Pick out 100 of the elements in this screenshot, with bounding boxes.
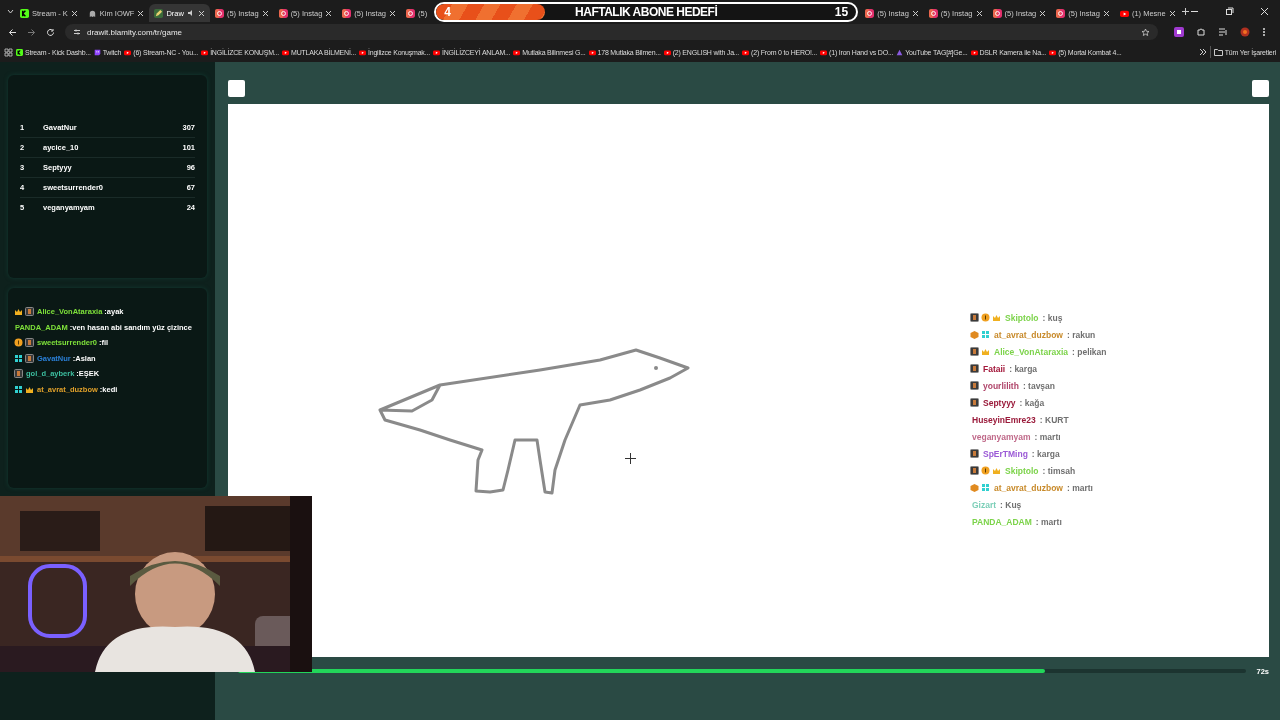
pencil-icon <box>154 8 164 18</box>
close-icon[interactable] <box>1168 9 1176 17</box>
username: PANDA_ADAM <box>972 516 1032 527</box>
close-icon[interactable] <box>325 9 333 17</box>
close-icon[interactable] <box>1102 9 1110 17</box>
speech-bubble-icon <box>93 48 101 56</box>
back-icon[interactable] <box>8 27 17 37</box>
chat-message: : rakun <box>1066 329 1096 340</box>
username: Skiptolo <box>1005 312 1039 323</box>
grid-icon <box>14 384 23 394</box>
play-icon <box>588 48 596 56</box>
username: Septyyy <box>983 397 1016 408</box>
play-icon <box>358 48 366 56</box>
crown-icon <box>981 347 990 356</box>
username: Alice_VonAtaraxia <box>994 346 1068 357</box>
goal-count: 4 <box>444 4 451 19</box>
crown-icon <box>992 313 1001 322</box>
goal-target: 15 <box>834 4 849 19</box>
username: Skiptolo <box>1005 465 1039 476</box>
chat-message: : karga <box>1009 363 1038 374</box>
chevron-right-icon[interactable] <box>1198 48 1207 56</box>
close-icon[interactable] <box>1259 6 1269 16</box>
restore-icon[interactable] <box>1224 6 1234 16</box>
play-icon <box>742 48 750 56</box>
grid-icon <box>14 353 23 363</box>
username: SpErTMing <box>983 448 1028 459</box>
kick-icon <box>20 8 29 18</box>
speaker-icon[interactable] <box>186 9 195 17</box>
grid-icon <box>981 330 990 339</box>
drawing-canvas[interactable] <box>228 104 1269 657</box>
play-icon <box>1049 48 1057 56</box>
username: at_avrat_duzbow <box>994 329 1063 340</box>
more-icon[interactable] <box>1262 27 1266 37</box>
close-icon[interactable] <box>70 9 78 17</box>
camera-icon <box>992 8 1002 18</box>
star-icon[interactable] <box>1141 27 1150 37</box>
badge-icon <box>25 307 34 317</box>
grid-icon <box>981 483 990 492</box>
camera-icon <box>278 8 288 18</box>
play-icon <box>201 48 209 56</box>
play-icon <box>513 48 521 56</box>
chat-message: : KURT <box>1039 414 1069 425</box>
coin-icon <box>981 466 990 475</box>
crown-icon <box>14 307 23 317</box>
close-icon[interactable] <box>137 9 145 17</box>
username: Gizart <box>972 499 997 510</box>
coin-icon <box>981 313 990 322</box>
play-icon <box>282 48 290 56</box>
chat-message: : karga <box>1031 448 1060 459</box>
folder-icon <box>1213 48 1223 56</box>
badge-icon <box>970 313 979 322</box>
media-icon[interactable] <box>1218 27 1228 37</box>
extension-icon[interactable] <box>1174 27 1184 37</box>
username: at_avrat_duzbow <box>994 482 1063 493</box>
camera-icon <box>214 8 224 18</box>
play-icon <box>970 48 978 56</box>
close-icon[interactable] <box>911 9 919 17</box>
crown-icon <box>25 384 34 394</box>
ghost-icon <box>87 8 97 18</box>
address-field[interactable]: drawit.blamity.com/tr/game <box>65 24 1158 40</box>
close-icon[interactable] <box>975 9 983 17</box>
avatar-icon[interactable] <box>1240 27 1250 37</box>
chat-message: : martı <box>1034 431 1061 442</box>
close-icon[interactable] <box>389 9 396 17</box>
username: Fataii <box>983 363 1006 374</box>
box-icon <box>970 483 979 492</box>
camera-icon <box>865 8 875 18</box>
chat-message: : martı <box>1035 516 1062 527</box>
username: HuseyinEmre23 <box>972 414 1036 425</box>
close-icon[interactable] <box>197 9 205 17</box>
close-icon[interactable] <box>1039 9 1047 17</box>
camera-icon <box>1056 8 1066 18</box>
play-icon <box>663 48 671 56</box>
camera-icon <box>406 8 415 18</box>
forward-icon[interactable] <box>27 27 36 37</box>
chat-message: : kuş <box>1042 312 1063 323</box>
chat-message: : pelikan <box>1072 346 1107 357</box>
camera-icon <box>342 8 352 18</box>
chat-message: : Kuş <box>1000 499 1022 510</box>
reload-icon[interactable] <box>46 27 55 37</box>
chat-message: : kağa <box>1019 397 1045 408</box>
chat-message: : martı <box>1066 482 1093 493</box>
username: veganyamyam <box>972 431 1031 442</box>
play-icon <box>820 48 828 56</box>
kick-icon <box>16 48 23 56</box>
chat-message: : timsah <box>1042 465 1076 476</box>
box-icon <box>970 330 979 339</box>
crown-icon <box>992 466 1001 475</box>
close-icon[interactable] <box>261 9 269 17</box>
new-tab-icon[interactable] <box>1180 6 1190 16</box>
goal-title: HAFTALIK ABONE HEDEFİ <box>575 4 718 19</box>
apps-icon[interactable] <box>4 47 13 57</box>
username: yourlilith <box>983 380 1019 391</box>
coin-icon <box>14 338 23 348</box>
crosshair-icon <box>625 453 636 464</box>
chat-message: : tavşan <box>1022 380 1055 391</box>
tune-icon[interactable] <box>73 28 81 36</box>
play-icon <box>124 48 132 56</box>
camera-icon <box>928 8 938 18</box>
play-icon <box>1119 8 1129 18</box>
